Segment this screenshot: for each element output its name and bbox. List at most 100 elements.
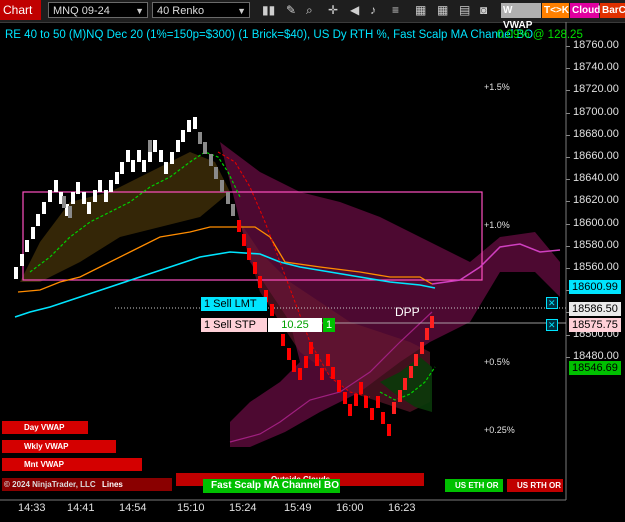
bar-type-selector[interactable]: 40 Renko ▼	[152, 2, 250, 18]
renko-brick	[242, 234, 246, 246]
zoom-icon[interactable]: ⌕	[306, 3, 313, 17]
renko-brick	[62, 196, 66, 208]
price-tick-label: 18580.00	[573, 238, 619, 251]
renko-brick	[181, 130, 185, 142]
wkly-vwap-label: Wkly VWAP	[2, 440, 116, 453]
camera-icon[interactable]: ◙	[480, 3, 487, 17]
price-tick-label: 18760.00	[573, 39, 619, 51]
renko-brick	[203, 142, 207, 154]
tk-button[interactable]: T<>K	[542, 3, 569, 18]
price-tick-mark	[566, 268, 570, 269]
renko-brick	[109, 180, 113, 192]
price-tick-label: 18740.00	[573, 61, 619, 74]
bar-chart-icon[interactable]: ▮▮	[262, 3, 275, 17]
close-icon[interactable]: ✕	[546, 297, 558, 309]
calendar2-icon[interactable]: ▦	[437, 3, 448, 17]
pencil-icon[interactable]: ✎	[286, 3, 296, 17]
renko-brick	[414, 354, 418, 366]
price-tick-mark	[566, 245, 570, 247]
time-label: 14:33	[18, 502, 46, 514]
chart-title: Chart	[0, 0, 41, 20]
lines-icon[interactable]: ≡	[392, 3, 399, 17]
pct-label: +0.5%	[484, 357, 510, 367]
price-tick-label: 18660.00	[573, 150, 619, 162]
price-tick-mark	[566, 46, 570, 47]
price-tick-mark	[566, 223, 570, 225]
price-tick-label: 18720.00	[573, 83, 619, 96]
renko-brick	[68, 206, 72, 218]
time-label: 16:00	[336, 502, 364, 514]
stp-qty-box[interactable]: 1	[323, 318, 335, 332]
toolbar: Chart MNQ 09-24 ▼ 40 Renko ▼ ▮▮ ✎ ⌕ ✛ ◀ …	[0, 0, 625, 31]
sound-icon[interactable]: ♪	[370, 3, 376, 17]
renko-brick	[137, 150, 141, 162]
renko-brick	[126, 150, 130, 162]
sell-stp-order[interactable]: 1 Sell STP	[201, 318, 267, 332]
copyright-bar: © 2024 NinjaTrader, LLC Lines	[2, 478, 172, 491]
instrument-selector[interactable]: MNQ 09-24 ▼	[48, 2, 148, 18]
pct-label: +0.25%	[484, 425, 515, 435]
renko-brick	[337, 380, 341, 392]
us-rth-label: US RTH OR	[507, 479, 563, 492]
renko-brick	[403, 378, 407, 390]
bar-type-label: 40 Renko	[157, 5, 205, 17]
renko-brick	[253, 262, 257, 274]
close-icon[interactable]: ✕	[546, 319, 558, 331]
sell-lmt-order[interactable]: 1 Sell LMT	[201, 297, 267, 311]
renko-brick	[170, 152, 174, 164]
crosshair-icon[interactable]: ✛	[328, 3, 338, 17]
renko-brick	[247, 248, 251, 260]
renko-brick	[25, 240, 29, 252]
renko-brick	[298, 368, 302, 380]
renko-brick	[104, 190, 108, 202]
price-tick-label: 18480.00	[573, 349, 619, 362]
price-tick-mark	[566, 179, 570, 181]
renko-brick	[281, 334, 285, 346]
time-label: 15:10	[177, 502, 205, 514]
channel-fill	[20, 152, 230, 282]
renko-brick	[164, 162, 168, 174]
chevron-down-icon: ▼	[135, 6, 144, 16]
indicator-header: RE 40 to 50 (M)NQ Dec 20 (1%=150p=$300) …	[5, 29, 534, 41]
fast-scalp-label: Fast Scalp MA Channel BO	[203, 479, 340, 493]
cloud-button[interactable]: Cloud	[570, 3, 600, 18]
renko-brick	[131, 160, 135, 172]
price-tick-label: 18620.00	[573, 194, 619, 207]
price-tick-label: 18600.00	[573, 216, 619, 229]
speaker-icon[interactable]: ◀	[350, 3, 359, 17]
renko-brick	[148, 140, 152, 152]
sell-lmt-price-label: 18586.50	[569, 302, 621, 316]
price-tick-mark	[566, 201, 570, 203]
current-price-label: 18600.99	[569, 280, 621, 294]
time-label: 14:41	[67, 502, 95, 514]
renko-brick	[392, 402, 396, 414]
sell-stp-price-label: 18575.75	[569, 318, 621, 332]
renko-brick	[430, 316, 434, 328]
renko-brick	[343, 392, 347, 404]
renko-brick	[115, 172, 119, 184]
calendar-icon[interactable]: ▦	[415, 3, 426, 17]
renko-brick	[387, 424, 391, 436]
renko-brick	[87, 202, 91, 214]
renko-brick	[370, 408, 374, 420]
stp-value-box[interactable]: 10.25	[268, 318, 322, 332]
template-icon[interactable]: ▤	[459, 3, 470, 17]
renko-brick	[193, 117, 197, 129]
day-vwap-label: Day VWAP	[2, 421, 88, 434]
renko-brick	[320, 368, 324, 380]
barco-button[interactable]: BarCo	[600, 3, 625, 18]
time-label: 15:24	[229, 502, 257, 514]
pct-label: +1.0%	[484, 220, 510, 230]
renko-brick	[159, 150, 163, 162]
renko-brick	[82, 192, 86, 204]
renko-brick	[176, 140, 180, 152]
renko-brick	[36, 214, 40, 226]
renko-brick	[231, 204, 235, 216]
w-vwap-button[interactable]: W VWAP	[501, 3, 541, 31]
price-tick-mark	[566, 68, 570, 70]
renko-brick	[48, 190, 52, 202]
renko-brick	[76, 182, 80, 194]
renko-brick	[14, 267, 18, 279]
renko-brick	[304, 356, 308, 368]
renko-brick	[376, 396, 380, 408]
